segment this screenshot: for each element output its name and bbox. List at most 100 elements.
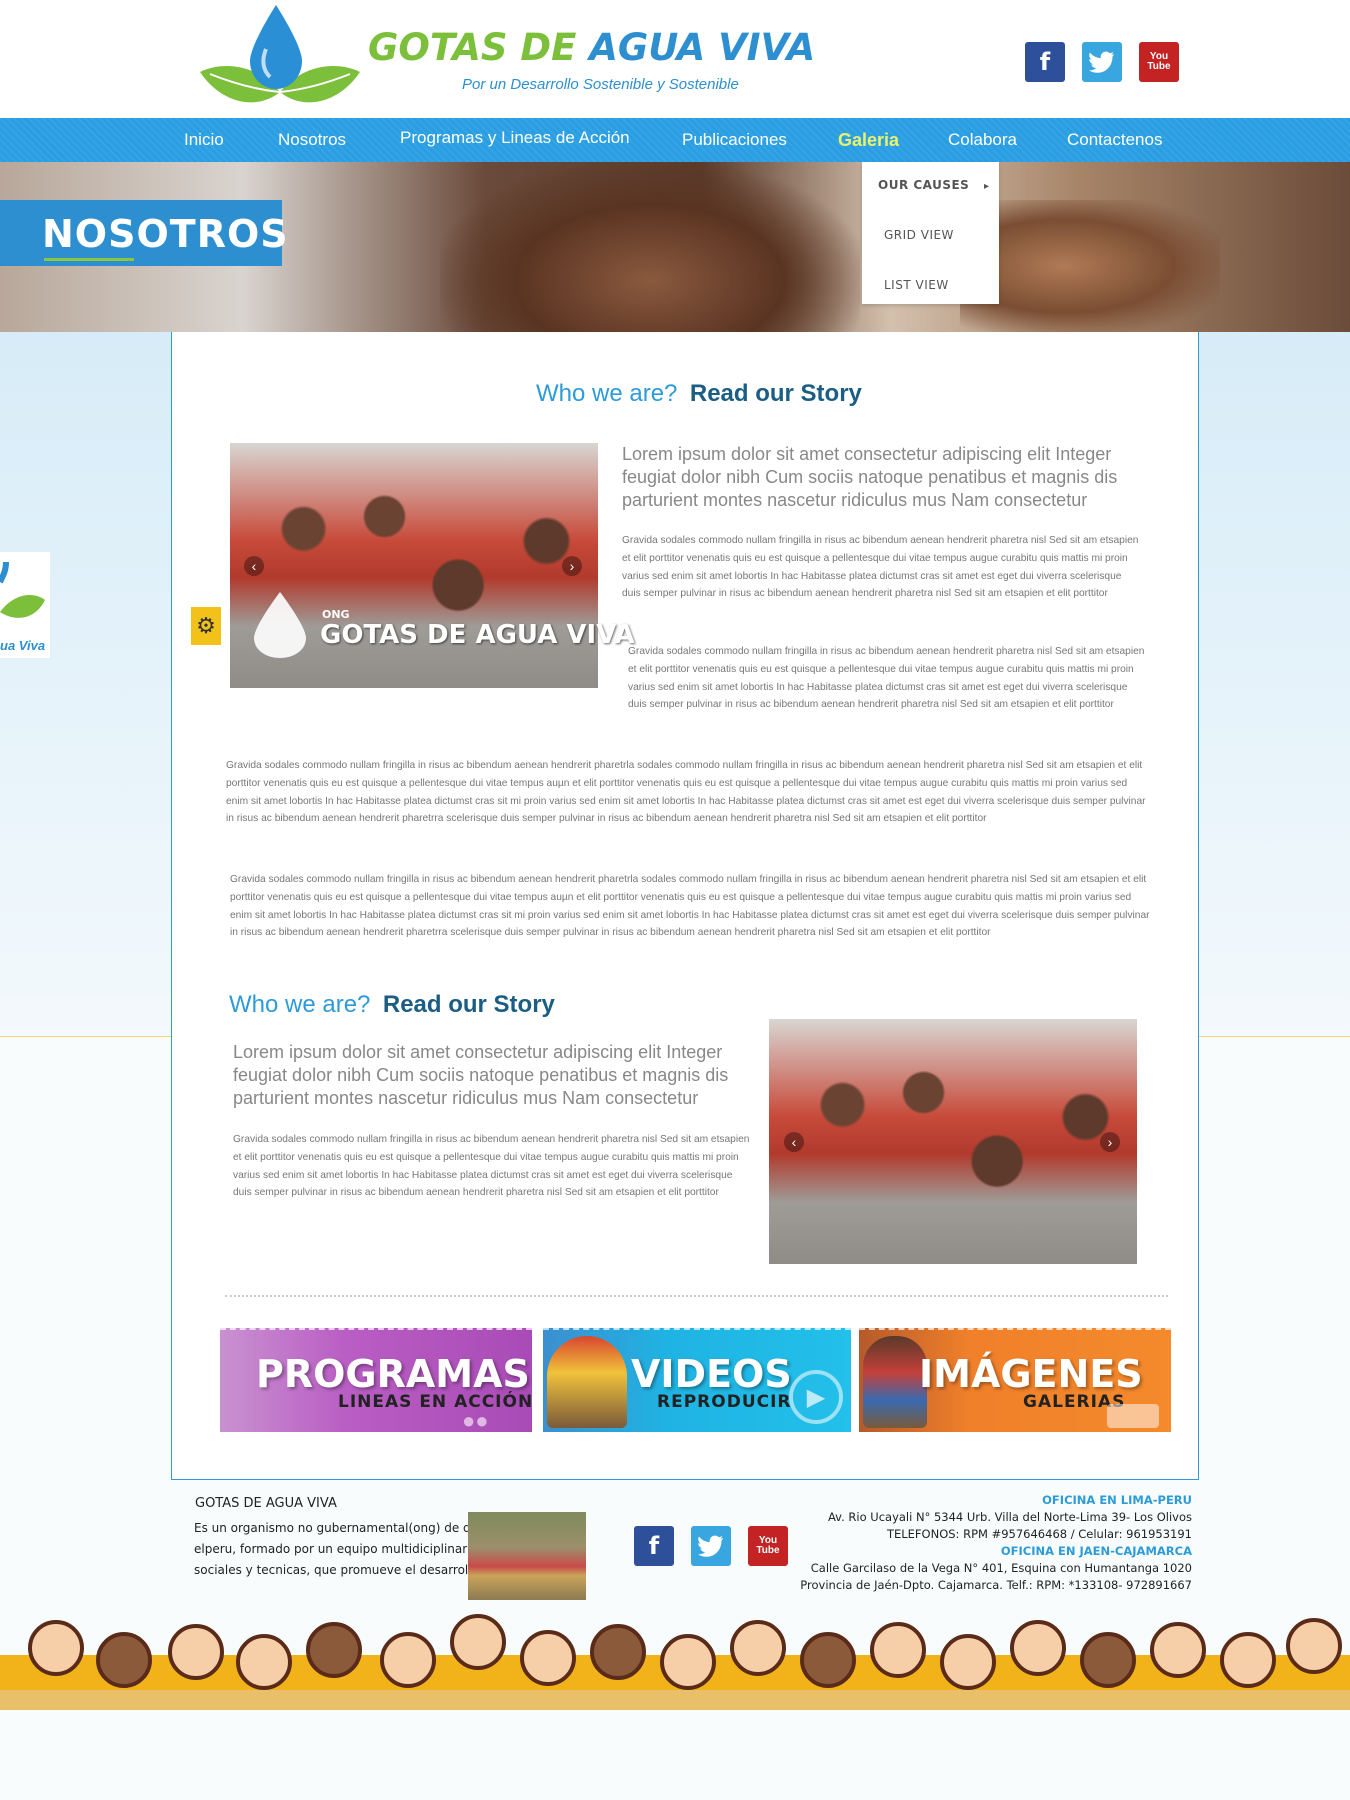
footer-twitter-bird-icon: [698, 1535, 723, 1557]
slider2-next-icon[interactable]: ›: [1100, 1132, 1120, 1152]
kid-face: [1010, 1620, 1066, 1676]
footer-description: Es un organismo no gubernamental(ong) de…: [194, 1518, 469, 1581]
footer-youtube-label: You Tube: [756, 1535, 780, 1556]
brand-title: GOTAS DE AGUA VIVA: [368, 26, 815, 69]
banner-videos-title: VIDEOS: [631, 1352, 792, 1396]
section2-heading-light: Who we are?: [229, 991, 371, 1018]
kid-face: [800, 1632, 856, 1688]
section2-heading-bold: Read our Story: [382, 991, 555, 1018]
banner-imagenes[interactable]: IMÁGENES GALERIAS: [859, 1328, 1171, 1432]
kid-face: [236, 1634, 292, 1690]
banner-programas[interactable]: PROGRAMAS LINEAS EN ACCIÓN ●●: [220, 1328, 532, 1433]
hero-photo-child: [440, 162, 860, 332]
kid-face: [1150, 1622, 1206, 1678]
section2-para: Gravida sodales commodo nullam fringilla…: [233, 1134, 750, 1199]
section1-para-c: Gravida sodales commodo nullam fringilla…: [226, 760, 1146, 825]
footer-lima-phones: TELEFONOS: RPM #957646468 / Celular: 961…: [886, 1527, 1192, 1541]
footer-facebook-icon[interactable]: f: [634, 1526, 674, 1566]
twitter-bird-icon: [1089, 51, 1114, 73]
section1-para-a: Gravida sodales commodo nullam fringilla…: [622, 535, 1139, 600]
dropdown-item-our-causes[interactable]: OUR CAUSES ▸: [878, 178, 990, 192]
photo-brand-label: GOTAS DE AGUA VIVA: [320, 620, 635, 650]
banner-videos-subtitle: REPRODUCIR: [657, 1392, 792, 1412]
page-title: NOSOTROS: [42, 212, 289, 256]
footer-jaen-title: OFICINA EN JAEN-CAJAMARCA: [1000, 1544, 1192, 1558]
twitter-icon[interactable]: [1082, 42, 1122, 82]
section1-para-b: Gravida sodales commodo nullam fringilla…: [628, 646, 1145, 711]
footer-photo: [468, 1512, 586, 1600]
nav-item-publicaciones[interactable]: Publicaciones: [682, 130, 787, 150]
people-icon: ●●: [462, 1408, 489, 1433]
logo-drop-icon: [250, 5, 302, 89]
kid-face: [520, 1630, 576, 1686]
slider-next-icon[interactable]: ›: [562, 556, 582, 576]
nav-item-contactenos[interactable]: Contactenos: [1067, 130, 1162, 150]
camera-icon: [1107, 1404, 1159, 1428]
footer-lima-address: Av. Rio Ucayali N° 5344 Urb. Villa del N…: [827, 1510, 1192, 1524]
kid-face: [870, 1622, 926, 1678]
title-underline: [44, 258, 134, 261]
section1-lead: Lorem ipsum dolor sit amet consectetur a…: [622, 444, 1118, 510]
nav-item-colabora[interactable]: Colabora: [948, 130, 1017, 150]
brand-title-part1: GOTAS DE: [368, 26, 577, 69]
banner-imagenes-title: IMÁGENES: [919, 1352, 1143, 1396]
kid-face: [28, 1620, 84, 1676]
footer-jaen-address: Calle Garcilaso de la Vega N° 401, Esqui…: [810, 1561, 1192, 1575]
footer-desc-line: elperu, formado por un equipo multidicip…: [194, 1542, 469, 1556]
dropdown-item-grid-view[interactable]: GRID VIEW: [884, 228, 954, 242]
brand-title-part2: AGUA VIVA: [589, 26, 816, 69]
section2-lead: Lorem ipsum dolor sit amet consectetur a…: [233, 1042, 729, 1108]
banner-programas-title: PROGRAMAS: [256, 1352, 530, 1396]
footer-desc-line: sociales y tecnicas, que promueve el des…: [194, 1563, 469, 1577]
footer-youtube-icon[interactable]: You Tube: [748, 1526, 788, 1566]
section1-heading-light: Who we are?: [536, 380, 678, 407]
facebook-icon[interactable]: f: [1025, 42, 1065, 82]
kids-border-illustration: [0, 1610, 1350, 1710]
youtube-label: You Tube: [1147, 51, 1171, 72]
settings-gear-icon[interactable]: ⚙: [191, 607, 221, 645]
slider2-prev-icon[interactable]: ‹: [784, 1132, 804, 1152]
dropdown-item-list-view[interactable]: LIST VIEW: [884, 278, 949, 292]
kid-face: [730, 1620, 786, 1676]
content-divider: [225, 1295, 1168, 1297]
brand-tagline: Por un Desarrollo Sostenible y Sostenibl…: [462, 76, 739, 93]
section1-heading: Who we are? Read our Story: [536, 380, 862, 408]
hero-photo-child-2: [960, 200, 1220, 332]
caret-right-icon: ▸: [984, 181, 990, 192]
facebook-label: f: [1039, 48, 1051, 76]
section2-photo: [769, 1019, 1137, 1264]
banner-videos-photo: [547, 1336, 627, 1428]
dropdown-item-label: OUR CAUSES: [878, 178, 970, 192]
play-icon[interactable]: ▶: [789, 1370, 843, 1424]
section2-heading: Who we are? Read our Story: [229, 991, 555, 1019]
footer-facebook-label: f: [648, 1532, 660, 1560]
kid-face: [590, 1624, 646, 1680]
nav-item-nosotros[interactable]: Nosotros: [278, 130, 346, 150]
kid-face: [940, 1634, 996, 1690]
side-logo-leaves-icon: [0, 561, 45, 618]
kid-face: [660, 1634, 716, 1690]
kid-face: [1080, 1632, 1136, 1688]
footer-desc-line: Es un organismo no gubernamental(ong) de…: [194, 1521, 469, 1535]
banner-videos[interactable]: VIDEOS REPRODUCIR ▶: [543, 1328, 851, 1432]
kid-face: [1220, 1632, 1276, 1688]
section1-para-d: Gravida sodales commodo nullam fringilla…: [230, 874, 1150, 939]
kid-face: [1286, 1618, 1342, 1674]
footer-title: GOTAS DE AGUA VIVA: [195, 1496, 337, 1511]
kid-face: [306, 1622, 362, 1678]
footer-lima-title: OFICINA EN LIMA-PERU: [1042, 1493, 1192, 1507]
banner-imagenes-photo: [863, 1336, 927, 1428]
nav-item-galeria[interactable]: Galeria: [838, 130, 899, 151]
slider-prev-icon[interactable]: ‹: [244, 556, 264, 576]
nav-item-programas[interactable]: Programas y Lineas de Acción: [400, 128, 630, 148]
photo-drop-icon: [254, 592, 306, 658]
footer-twitter-icon[interactable]: [691, 1526, 731, 1566]
kid-face: [380, 1632, 436, 1688]
kid-face: [96, 1632, 152, 1688]
kid-face: [450, 1614, 506, 1670]
youtube-icon[interactable]: You Tube: [1139, 42, 1179, 82]
side-logo-text: ua Viva: [0, 638, 46, 653]
nav-item-inicio[interactable]: Inicio: [184, 130, 224, 150]
kid-face: [168, 1624, 224, 1680]
section1-heading-bold: Read our Story: [689, 380, 862, 407]
